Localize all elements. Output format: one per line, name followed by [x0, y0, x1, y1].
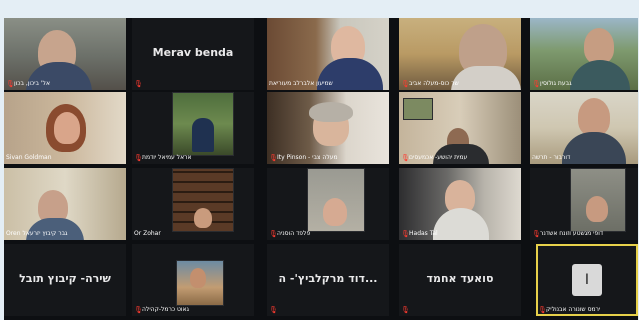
participant-name-large: דוד מרקלביץ'- ה...	[278, 272, 378, 285]
mic-muted-icon: 🎙	[134, 153, 143, 162]
mic-muted-icon: 🎙	[269, 305, 278, 314]
participant-name: 🎙 גבעת גולוסין	[532, 79, 572, 88]
participant-tile[interactable]: 🎙 אל' ביכון, בכון	[4, 18, 126, 90]
participant-tile[interactable]: Sivan Goldman	[4, 92, 126, 164]
participant-name: 🎙	[401, 305, 519, 315]
participant-tile[interactable]: Merav benda 🎙	[132, 18, 254, 90]
participant-tile[interactable]: Or Zohar	[132, 168, 254, 240]
participant-name: 🎙 פלפד הוסניה	[269, 229, 311, 238]
participant-tile[interactable]: שמיעון אלברלב מעוריאת	[267, 18, 389, 90]
participant-name: 🎙	[269, 305, 387, 315]
active-speaker-tile[interactable]: I 🎙 ירמס שונורה אבנוליק	[536, 244, 638, 316]
mic-muted-icon: 🎙	[401, 79, 410, 88]
mic-muted-icon: 🎙	[401, 153, 410, 162]
video-call-grid: 🎙 אל' ביכון, בכון Merav benda 🎙 שמיעון אל…	[4, 18, 638, 320]
participant-name: 🎙 Ity Pinson - מעלה צבי	[269, 153, 338, 162]
participant-tile[interactable]: דוד מרקלביץ'- ה... 🎙	[267, 244, 389, 316]
mic-muted-icon: 🎙	[269, 153, 278, 162]
participant-tile[interactable]: Oren גבר קיבוץ יזרעאל	[4, 168, 126, 240]
participant-tile[interactable]: שירה- קיבוץ תובל	[4, 244, 126, 316]
mic-muted-icon: 🎙	[269, 229, 278, 238]
participant-tile[interactable]: דורבור - תרשה	[530, 92, 638, 164]
mic-muted-icon: 🎙	[532, 79, 541, 88]
participant-tile[interactable]: 🎙 גאוט כרמל-קהילה	[132, 244, 254, 316]
participant-name: 🎙 אראל עמיאל יודמת	[134, 153, 192, 162]
participant-tile[interactable]: 🎙 דופי מגשטע וזונח אשדנר	[530, 168, 638, 240]
participant-tile[interactable]: סואעד אחמד 🎙	[399, 244, 521, 316]
participant-name: 🎙 אל' ביכון, בכון	[6, 79, 50, 88]
participant-name: 🎙 דופי מגשטע וזונח אשדנר	[532, 229, 604, 238]
mic-muted-icon: 🎙	[134, 305, 143, 314]
participant-name: 🎙 עמית יהושע- אכמעסים	[401, 153, 468, 162]
mic-muted-icon: 🎙	[6, 79, 15, 88]
participant-tile[interactable]: 🎙 שר כוס-מעלה אביב	[399, 18, 521, 90]
mic-muted-icon: 🎙	[401, 229, 410, 238]
mic-muted-icon: 🎙	[538, 305, 547, 314]
participant-name: Sivan Goldman	[6, 154, 52, 161]
participant-name: 🎙 Hadas Tal	[401, 229, 438, 238]
participant-tile[interactable]: 🎙 Hadas Tal	[399, 168, 521, 240]
participant-name-large: שירה- קיבוץ תובל	[19, 272, 111, 285]
participant-name: Or Zohar	[134, 230, 161, 237]
participant-name: 🎙 שר כוס-מעלה אביב	[401, 79, 459, 88]
participant-avatar: I	[572, 264, 602, 296]
participant-name: 🎙 ירמס שונורה אבנוליק	[538, 305, 601, 314]
participant-name: 🎙	[134, 79, 252, 89]
participant-name: שמיעון אלברלב מעוריאת	[269, 80, 333, 87]
mic-muted-icon: 🎙	[532, 229, 541, 238]
participant-name: Oren גבר קיבוץ יזרעאל	[6, 230, 68, 237]
participant-tile[interactable]: 🎙 אראל עמיאל יודמת	[132, 92, 254, 164]
participant-tile[interactable]: 🎙 פלפד הוסניה	[267, 168, 389, 240]
mic-muted-icon: 🎙	[134, 79, 143, 88]
participant-tile[interactable]: 🎙 גבעת גולוסין	[530, 18, 638, 90]
participant-tile[interactable]: 🎙 Ity Pinson - מעלה צבי	[267, 92, 389, 164]
participant-tile[interactable]: 🎙 עמית יהושע- אכמעסים	[399, 92, 521, 164]
participant-name: 🎙 גאוט כרמל-קהילה	[134, 305, 189, 314]
participant-name-large: Merav benda	[152, 46, 234, 59]
participant-name: דורבור - תרשה	[532, 154, 571, 161]
mic-muted-icon: 🎙	[401, 305, 410, 314]
participant-name-large: סואעד אחמד	[426, 272, 494, 285]
